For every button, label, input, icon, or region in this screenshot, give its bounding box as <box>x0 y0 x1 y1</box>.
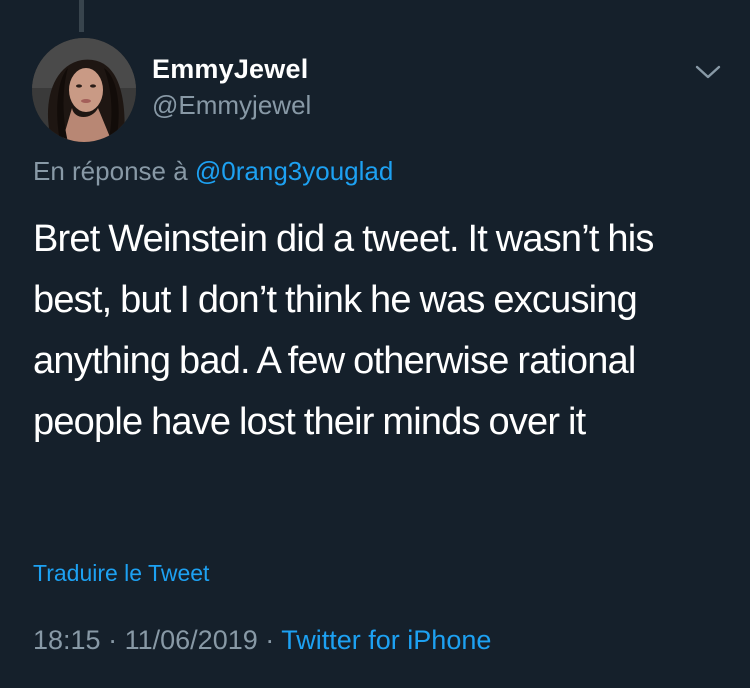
thread-connector-line <box>79 0 84 32</box>
tweet-date[interactable]: 11/06/2019 <box>125 625 258 655</box>
meta-separator: · <box>108 625 118 655</box>
tweet-source-link[interactable]: Twitter for iPhone <box>281 625 491 655</box>
meta-separator: · <box>265 625 275 655</box>
chevron-down-icon[interactable] <box>693 60 723 84</box>
tweet-text: Bret Weinstein did a tweet. It wasn’t hi… <box>33 218 654 443</box>
user-handle[interactable]: @Emmyjewel <box>152 90 311 121</box>
reply-context: En réponse à @0rang3youglad <box>33 156 393 187</box>
avatar[interactable] <box>32 38 136 142</box>
reply-prefix: En réponse à <box>33 156 188 186</box>
translate-tweet-link[interactable]: Traduire le Tweet <box>33 560 209 587</box>
tweet-time[interactable]: 18:15 <box>33 625 101 655</box>
reply-to-link[interactable]: @0rang3youglad <box>195 156 393 186</box>
display-name[interactable]: EmmyJewel <box>152 54 308 85</box>
avatar-image <box>32 38 136 142</box>
tweet-metadata: 18:15 · 11/06/2019 · Twitter for iPhone <box>33 625 491 656</box>
